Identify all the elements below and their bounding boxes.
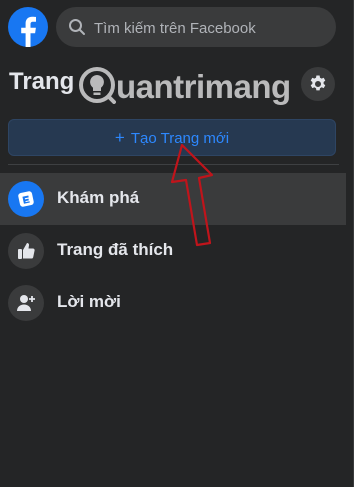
plus-icon: +	[114, 128, 125, 147]
watermark-text: uantrimang	[116, 68, 291, 105]
pages-sidebar: Trang uantrimang + Tạo Trang mới Khám phá	[0, 0, 354, 487]
quantrimang-watermark: uantrimang	[78, 64, 300, 114]
nav-item-label: Lời mời	[57, 292, 121, 311]
create-new-page-label: Tạo Trang mới	[130, 130, 230, 147]
divider	[8, 164, 339, 165]
nav-item-liked-pages[interactable]: Trang đã thích	[0, 225, 346, 277]
settings-button[interactable]	[301, 67, 335, 101]
page-title: Trang	[9, 68, 75, 95]
nav-item-label: Trang đã thích	[57, 240, 174, 259]
facebook-logo[interactable]	[8, 7, 48, 47]
search-icon	[69, 19, 85, 35]
explore-icon	[8, 181, 44, 217]
add-person-icon	[8, 285, 44, 321]
gear-icon	[310, 75, 326, 91]
create-new-page-button[interactable]: + Tạo Trang mới	[8, 119, 336, 156]
nav-item-invites[interactable]: Lời mời	[0, 277, 346, 329]
nav-item-label: Khám phá	[57, 188, 140, 207]
nav-item-discover[interactable]: Khám phá	[0, 173, 346, 225]
search-bar[interactable]	[56, 7, 336, 49]
top-bar	[0, 0, 354, 58]
thumbs-up-icon	[8, 233, 44, 269]
facebook-f-icon	[21, 16, 36, 47]
lightbulb-logo-icon	[79, 67, 116, 104]
search-input[interactable]	[92, 7, 332, 49]
